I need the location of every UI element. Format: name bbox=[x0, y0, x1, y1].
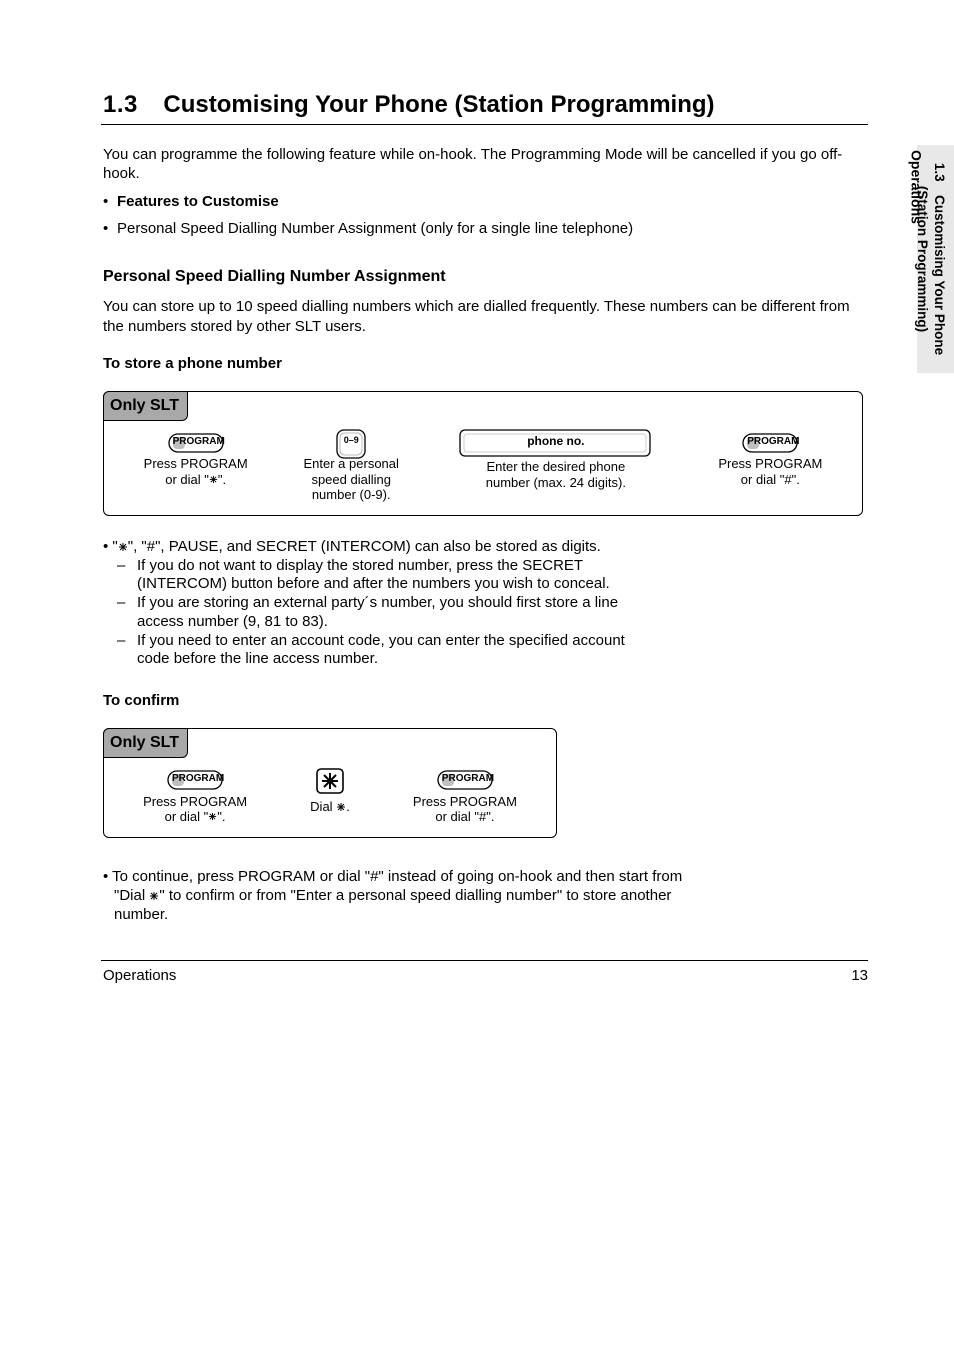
header-rule bbox=[101, 124, 868, 125]
feature-item: • Personal Speed Dialling Number Assignm… bbox=[103, 220, 868, 239]
program-button-end-caption: Press PROGRAMor dial "#". bbox=[718, 456, 822, 487]
program-button-confirm-end-label: PROGRAM bbox=[442, 773, 494, 786]
procedure-tab: Only SLT bbox=[103, 391, 188, 421]
to-store-heading: To store a phone number bbox=[103, 354, 868, 373]
note-secret: – If you do not want to display the stor… bbox=[117, 557, 868, 595]
tail-note: • To continue, press PROGRAM or dial "#"… bbox=[103, 868, 868, 887]
note-line-access: – If you are storing an external party´s… bbox=[117, 594, 868, 632]
speed-dial-desc: You can store up to 10 speed dialling nu… bbox=[103, 297, 868, 335]
to-confirm-heading: To confirm bbox=[103, 691, 868, 710]
confirm-procedure-box: Only SLT PROGRAM Press PROGRAMor dial ""… bbox=[103, 728, 557, 838]
side-tab: 1.3 Customising Your Phone(Station Progr… bbox=[917, 145, 954, 373]
speed-dial-title: Personal Speed Dialling Number Assignmen… bbox=[103, 267, 868, 287]
footer-left: Operations bbox=[103, 967, 176, 986]
star-key-icon bbox=[315, 767, 345, 795]
section-number: 1.3 bbox=[103, 91, 138, 118]
program-button-end-label: PROGRAM bbox=[747, 436, 799, 449]
tail-note-line2: "Dial " to confirm or from "Enter a pers… bbox=[103, 887, 868, 906]
tail-note-line3: number. bbox=[103, 906, 868, 925]
footer-rule bbox=[101, 960, 868, 961]
feature-item-text: Personal Speed Dialling Number Assignmen… bbox=[117, 220, 633, 239]
phone-number-field-label: phone no. bbox=[527, 434, 584, 449]
features-heading-text: Features to Customise bbox=[117, 193, 279, 212]
footer-page-number: 13 bbox=[851, 967, 868, 986]
section-title: Customising Your Phone (Station Programm… bbox=[163, 91, 714, 118]
phone-number-caption: Enter the desired phonenumber (max. 24 d… bbox=[486, 459, 626, 490]
intro-paragraph: You can programme the following feature … bbox=[103, 145, 868, 183]
star-key-caption: Dial . bbox=[310, 799, 350, 815]
note-digits: • "", "#", PAUSE, and SECRET (INTERCOM) … bbox=[103, 538, 868, 557]
note-account-code: – If you need to enter an account code, … bbox=[117, 632, 868, 670]
speed-number-caption: Enter a personalspeed diallingnumber (0-… bbox=[304, 456, 399, 503]
section-header: 1.3 Customising Your Phone (Station Prog… bbox=[103, 90, 868, 120]
store-procedure-box: Only SLT PROGRAM Press PROGRAMor dial ""… bbox=[103, 391, 863, 516]
program-button-confirm-label: PROGRAM bbox=[172, 773, 224, 786]
features-heading: • Features to Customise bbox=[103, 193, 868, 212]
program-button-confirm-caption: Press PROGRAMor dial "". bbox=[143, 794, 247, 825]
program-button-confirm-end-caption: Press PROGRAMor dial "#". bbox=[413, 794, 517, 825]
speed-number-key-label: 0–9 bbox=[344, 435, 359, 446]
program-button-caption: Press PROGRAMor dial "". bbox=[144, 456, 248, 487]
program-button-label: PROGRAM bbox=[173, 436, 225, 449]
procedure-tab-confirm: Only SLT bbox=[103, 728, 188, 758]
side-tab-heading: Operations bbox=[907, 150, 925, 224]
